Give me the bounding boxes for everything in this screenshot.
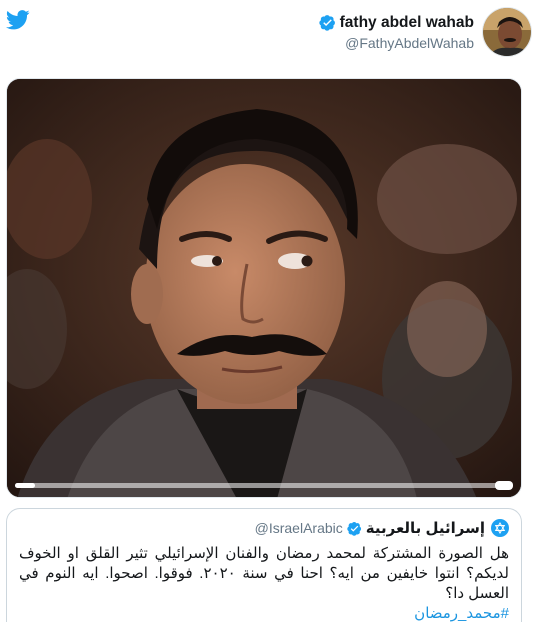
author-text: fathy abdel wahab @FathyAbdelWahab	[318, 14, 474, 51]
quoted-tweet[interactable]: إسرائيل بالعربية @IsraelArabic هل الصورة…	[6, 508, 522, 622]
tweet-author[interactable]: fathy abdel wahab @FathyAbdelWahab	[318, 6, 532, 58]
author-display-name[interactable]: fathy abdel wahab	[340, 14, 474, 32]
video-progress-bar[interactable]	[15, 481, 513, 490]
tweet-video[interactable]	[6, 78, 522, 498]
avatar[interactable]	[482, 7, 532, 57]
twitter-bird-icon[interactable]	[5, 10, 30, 30]
author-handle[interactable]: @FathyAbdelWahab	[345, 35, 474, 51]
video-progress-handle[interactable]	[495, 481, 513, 490]
tweet-card: fathy abdel wahab @FathyAbdelWahab إسرائ…	[0, 0, 542, 622]
quoted-tweet-header: إسرائيل بالعربية @IsraelArabic	[19, 519, 509, 537]
quoted-avatar[interactable]	[491, 519, 509, 537]
quoted-verified-badge-icon	[347, 521, 362, 536]
quoted-display-name[interactable]: إسرائيل بالعربية	[366, 519, 485, 537]
star-of-david-icon	[494, 522, 506, 534]
quoted-hashtag-link[interactable]: #محمد_رمضان	[19, 604, 509, 622]
video-frame-illustration	[7, 79, 521, 497]
author-name-row: fathy abdel wahab	[318, 14, 474, 32]
quoted-handle[interactable]: @IsraelArabic	[255, 520, 343, 536]
video-progress-fill	[15, 483, 35, 488]
quoted-tweet-text: هل الصورة المشتركة لمحمد رمضان والفنان ا…	[19, 545, 509, 602]
verified-badge-icon	[318, 14, 336, 31]
